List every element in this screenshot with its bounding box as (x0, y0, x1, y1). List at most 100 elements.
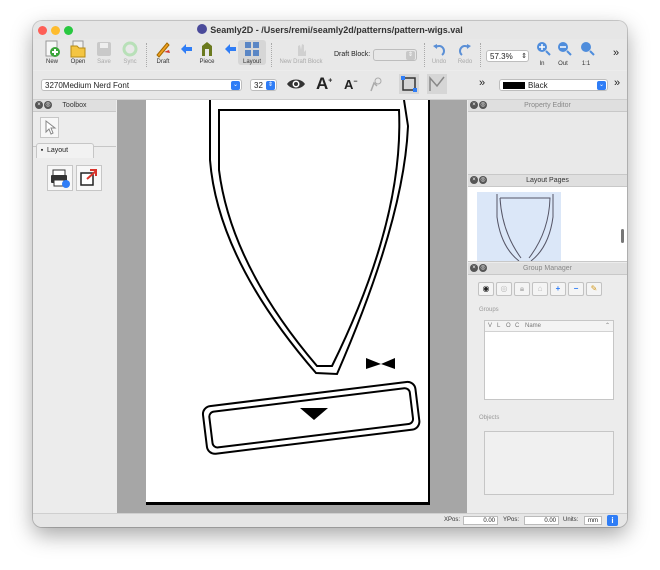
chevron-down-icon: ⇕ (406, 51, 415, 60)
float-panel-icon[interactable]: ◎ (479, 176, 487, 184)
save-label: Save (97, 59, 111, 65)
piece-label: Piece (199, 59, 215, 65)
close-panel-icon[interactable]: × (470, 176, 478, 184)
draft-mode-button[interactable]: Draft (151, 40, 175, 65)
zoom-original-button[interactable] (578, 40, 595, 59)
status-bar: XPos: 0.00 YPos: 0.00 Units: mm i (33, 513, 627, 527)
ypos-value: 0.00 (544, 518, 556, 524)
save-button[interactable]: Save (93, 40, 115, 65)
toolbar2-overflow-left[interactable]: » (479, 77, 485, 89)
font-family-select[interactable]: 3270Medium Nerd Font ⌄ (41, 79, 242, 91)
toolbar-separator (480, 43, 482, 67)
property-editor-body (468, 112, 627, 175)
undo-label: Undo (431, 59, 447, 65)
new-button[interactable]: New (41, 40, 63, 65)
lock-icon: 🔒︎ (519, 284, 525, 293)
font-size-select[interactable]: 32 ⇕ (250, 79, 277, 91)
draft-block-select[interactable]: ⇕ (373, 49, 417, 61)
layout-tab-icon: ▪ (40, 147, 44, 154)
draft-pencil-icon (156, 42, 170, 58)
close-panel-icon[interactable]: × (470, 101, 478, 109)
undo-button[interactable]: Undo (430, 40, 448, 65)
main-toolbar: New Open Save Sync Draft Piece Layout Ne… (33, 39, 627, 70)
zoom-value: 57.3% (490, 52, 513, 61)
layout-canvas[interactable] (117, 99, 467, 513)
zoom-out-label: Out (558, 61, 568, 67)
zoom-out-label-wrap: Out (555, 61, 571, 67)
rename-group-button[interactable]: ✎ (586, 282, 602, 296)
unlock-icon: ⌂ (537, 284, 543, 293)
right-dock: × ◎ Property Editor × ◎ Layout Pages × ◎… (468, 100, 627, 513)
toolbar-separator (146, 43, 148, 67)
bounding-box-icon[interactable] (399, 74, 419, 94)
zoom-input[interactable]: 57.3% ⇕ (486, 50, 529, 62)
new-draft-block-button[interactable]: New Draft Block (277, 40, 325, 65)
increase-font-icon[interactable]: A+ (316, 74, 332, 94)
zoom-out-button[interactable] (555, 40, 572, 59)
float-panel-icon[interactable]: ◎ (479, 101, 487, 109)
open-label: Open (70, 59, 86, 65)
close-panel-icon[interactable]: × (470, 264, 478, 272)
zoom-original-label: 1:1 (581, 61, 591, 67)
layout-grid-icon (245, 42, 259, 56)
float-panel-icon[interactable]: ◎ (44, 101, 52, 109)
group-lock-button[interactable]: 🔒︎ (514, 282, 530, 296)
new-file-icon (45, 40, 60, 57)
redo-button[interactable]: Redo (456, 40, 474, 65)
color-label: Black (528, 81, 548, 90)
toolbox-title: Toolbox (62, 102, 87, 109)
sync-button[interactable]: Sync (119, 40, 141, 65)
sync-icon (122, 41, 138, 57)
group-manager-header: × ◎ Group Manager (468, 263, 627, 275)
chevron-down-icon: ⇕ (266, 81, 275, 90)
printer-icon (51, 169, 70, 188)
layout-mode-button[interactable]: Layout (238, 40, 266, 65)
color-select[interactable]: Black ⌄ (499, 79, 608, 91)
layout-pages-scrollbar[interactable] (621, 229, 624, 243)
font-family-value: 3270Medium Nerd Font (45, 81, 130, 90)
ypos-label: YPos: (503, 517, 520, 523)
text-toolbar: 3270Medium Nerd Font ⌄ 32 ⇕ A+ A− » Black ⌄… (33, 71, 627, 100)
close-panel-icon[interactable]: × (35, 101, 43, 109)
groups-table-header: V L O C Name ⌃ (485, 321, 613, 332)
float-panel-icon[interactable]: ◎ (479, 264, 487, 272)
tab-layout[interactable]: ▪ Layout (36, 143, 94, 158)
export-layout-button[interactable] (76, 165, 102, 191)
hand-icon (298, 44, 306, 56)
zoom-in-button[interactable] (534, 40, 551, 59)
toolbar2-overflow-right[interactable]: » (614, 77, 620, 89)
decrease-font-icon[interactable]: A− (344, 77, 357, 92)
arrow-left-icon-1 (177, 40, 192, 59)
col-name: Name (525, 323, 542, 329)
seam-line-icon[interactable] (427, 74, 447, 94)
info-icon[interactable]: i (607, 515, 618, 526)
eye-icon: ◉ (482, 284, 490, 293)
eye-icon[interactable] (286, 76, 306, 92)
remove-group-button[interactable]: − (568, 282, 584, 296)
pointer-tool-icon[interactable] (367, 75, 385, 93)
print-layout-button[interactable] (47, 165, 73, 191)
group-hide-button[interactable]: ◎ (496, 282, 512, 296)
layout-pages-title: Layout Pages (526, 177, 569, 184)
select-tool-button[interactable] (40, 117, 59, 138)
group-visibility-button[interactable]: ◉ (478, 282, 494, 296)
eye-closed-icon: ◎ (500, 284, 508, 293)
cursor-arrow-icon (45, 119, 57, 135)
col-objects: O (506, 323, 511, 329)
add-group-button[interactable]: + (550, 282, 566, 296)
objects-list[interactable] (484, 431, 614, 495)
group-unlock-button[interactable]: ⌂ (532, 282, 548, 296)
piece-mode-button[interactable]: Piece (195, 40, 219, 65)
redo-icon (459, 44, 471, 56)
window-title: Seamly2D - /Users/remi/seamly2d/patterns… (33, 24, 627, 35)
toolbar-separator (424, 43, 426, 67)
app-window: Seamly2D - /Users/remi/seamly2d/patterns… (33, 21, 627, 527)
page-thumbnail[interactable] (477, 192, 561, 262)
new-draft-block-label: New Draft Block (279, 59, 323, 65)
open-button[interactable]: Open (66, 40, 90, 65)
tab-layout-label: Layout (47, 147, 69, 154)
blue-arrow-icon (225, 44, 236, 54)
toolbar-overflow-button[interactable]: » (613, 47, 619, 59)
groups-table[interactable]: V L O C Name ⌃ (484, 320, 614, 400)
zoom-original-icon (581, 42, 595, 56)
